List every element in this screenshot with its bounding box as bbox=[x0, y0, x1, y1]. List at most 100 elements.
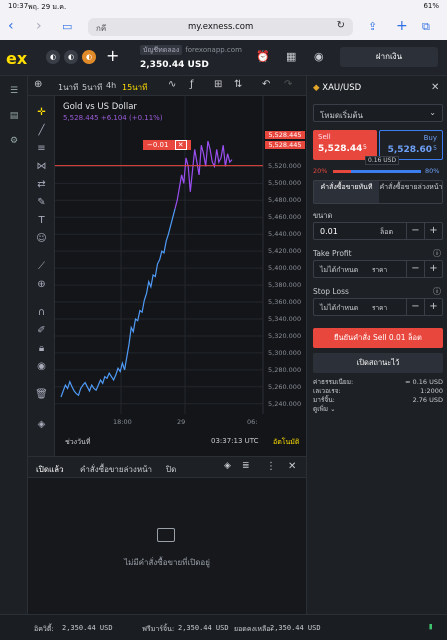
account-selector[interactable]: บัญชีทดลอง forexonapp.com 2,350.44 USD bbox=[140, 45, 242, 70]
chart-type-icon[interactable]: ∿ bbox=[168, 79, 176, 90]
exness-logo[interactable]: ex bbox=[6, 49, 27, 68]
calendar-icon[interactable]: ▤ bbox=[8, 111, 20, 123]
sl-unit[interactable]: ราคา bbox=[372, 303, 387, 313]
keep-open-button[interactable]: เปิดสถานะไว้ bbox=[313, 353, 443, 373]
sell-line-label[interactable]: −0.01 ✕ bbox=[143, 140, 191, 150]
volume-decrease-button[interactable]: − bbox=[406, 223, 424, 239]
add-indicator-icon[interactable]: ⊕ bbox=[34, 79, 42, 90]
tp-info-icon[interactable]: ⓘ bbox=[433, 248, 441, 259]
text-icon[interactable]: T bbox=[35, 214, 48, 227]
free-margin-label: ฟรีมาร์จิ้น: bbox=[142, 625, 175, 633]
fib-icon[interactable]: ≡ bbox=[35, 142, 48, 155]
emoji-icon[interactable]: ☺ bbox=[35, 232, 48, 245]
back-icon[interactable]: ‹ bbox=[8, 18, 14, 34]
sl-increase-button[interactable]: + bbox=[424, 299, 442, 315]
pattern-icon[interactable]: ⋈ bbox=[35, 160, 48, 173]
settings-icon[interactable]: ⚙ bbox=[8, 136, 20, 148]
instrument-chip-1[interactable]: ◐ bbox=[46, 50, 60, 64]
y-tick-label: 5,380.000 bbox=[268, 281, 302, 290]
tabs-icon[interactable]: ⧉ bbox=[422, 20, 430, 34]
symbol-title: ◆ XAU/USD bbox=[313, 83, 361, 93]
leverage-value: 1:2000 bbox=[420, 387, 443, 395]
tp-increase-button[interactable]: + bbox=[424, 261, 442, 277]
margin-label: มาร์จิ้น: bbox=[313, 396, 335, 404]
volume-increase-button[interactable]: + bbox=[424, 223, 442, 239]
instrument-chip-2[interactable]: ◐ bbox=[64, 50, 78, 64]
sl-decrease-button[interactable]: − bbox=[406, 299, 424, 315]
group-view-icon[interactable]: ◈ bbox=[224, 461, 231, 471]
apps-icon[interactable]: ▦ bbox=[286, 50, 296, 63]
close-order-panel-icon[interactable]: ✕ bbox=[431, 82, 439, 93]
new-tab-icon[interactable]: + bbox=[396, 18, 408, 34]
volume-unit: ล็อต bbox=[380, 228, 394, 236]
ruler-icon[interactable]: ⟋ bbox=[35, 260, 48, 273]
y-tick-label: 5,400.000 bbox=[268, 264, 302, 273]
add-instrument-icon[interactable]: + bbox=[106, 46, 119, 65]
redo-icon[interactable]: ↷ bbox=[284, 79, 292, 90]
sentiment-buy: 80% bbox=[425, 167, 440, 175]
share-icon[interactable]: ⇪ bbox=[368, 20, 377, 33]
menu-icon[interactable]: ☰ bbox=[8, 86, 20, 98]
deposit-button[interactable]: ฝากเงิน bbox=[340, 47, 438, 67]
more-icon[interactable]: ⋮ bbox=[266, 461, 276, 472]
tab-market-order[interactable]: คำสั่งซื้อขายทันที bbox=[314, 181, 379, 203]
profile-icon[interactable]: ◉ bbox=[314, 50, 324, 63]
trash-icon[interactable]: 🗑︎ bbox=[35, 388, 48, 401]
account-balance: 2,350.44 USD bbox=[140, 60, 209, 70]
crosshair-icon[interactable]: ✛ bbox=[35, 106, 48, 119]
tp-input[interactable]: ไม่ได้กำหนด ราคา − + bbox=[313, 260, 443, 278]
reload-icon[interactable]: ↻ bbox=[337, 20, 345, 31]
brush-icon[interactable]: ✎ bbox=[35, 196, 48, 209]
indicators-icon[interactable]: ƒ bbox=[190, 79, 194, 90]
ask-price-tag: 5,528.445 bbox=[265, 141, 305, 149]
layers-icon[interactable]: ◈ bbox=[35, 418, 48, 431]
symbol-name: XAU/USD bbox=[322, 83, 362, 93]
close-line-icon[interactable]: ✕ bbox=[174, 140, 187, 150]
alarm-icon[interactable]: ⏰ bbox=[256, 50, 270, 63]
close-panel-icon[interactable]: ✕ bbox=[288, 461, 296, 472]
timeframe-15m[interactable]: 15นาที bbox=[122, 81, 147, 94]
eye-icon[interactable]: ◉ bbox=[35, 360, 48, 373]
price-series-line-1 bbox=[174, 140, 233, 209]
tab-pending-order[interactable]: คำสั่งซื้อขายล่วงหน้า bbox=[379, 181, 443, 203]
tp-unit[interactable]: ราคา bbox=[372, 265, 387, 275]
pencil-lock-icon[interactable]: ✐ bbox=[35, 324, 48, 337]
stack-view-icon[interactable]: ≣ bbox=[242, 461, 250, 471]
instrument-chip-3[interactable]: ◐ bbox=[82, 50, 96, 64]
address-bar[interactable]: กคี my.exness.com ↻ bbox=[88, 18, 353, 36]
y-tick-label: 5,300.000 bbox=[268, 348, 302, 357]
compare-icon[interactable]: ⇅ bbox=[234, 79, 242, 90]
mode-select[interactable]: โหมดเริ่มต้น ⌄ bbox=[313, 104, 443, 122]
sl-input[interactable]: ไม่ได้กำหนด ราคา − + bbox=[313, 298, 443, 316]
sl-info-icon[interactable]: ⓘ bbox=[433, 286, 441, 297]
balance-label: ยอดคงเหลือ: bbox=[234, 625, 273, 633]
zoom-icon[interactable]: ⊕ bbox=[35, 278, 48, 291]
timeframe-1m[interactable]: 1นาที bbox=[58, 81, 78, 94]
sl-value: ไม่ได้กำหนด bbox=[320, 304, 359, 312]
book-icon[interactable]: ▭ bbox=[62, 20, 72, 33]
auto-scale-button[interactable]: อัตโนมัติ bbox=[273, 437, 299, 448]
y-tick-label: 5,260.000 bbox=[268, 382, 302, 391]
buy-price: 5,528.60 bbox=[387, 145, 432, 155]
magnet-icon[interactable]: ∩ bbox=[35, 306, 48, 319]
forward-icon[interactable]: › bbox=[36, 18, 42, 34]
timeframe-4h[interactable]: 4h bbox=[106, 81, 116, 90]
more-info-link[interactable]: ดูเพิ่ม bbox=[313, 405, 328, 413]
y-tick-label: 5,480.000 bbox=[268, 196, 302, 205]
buy-label: Buy bbox=[423, 134, 437, 142]
undo-icon[interactable]: ↶ bbox=[262, 79, 270, 90]
tp-decrease-button[interactable]: − bbox=[406, 261, 424, 277]
timeframe-5m[interactable]: 5นาที bbox=[82, 81, 102, 94]
tab-pending[interactable]: คำสั่งซื้อขายล่วงหน้า bbox=[80, 463, 152, 476]
date-range-button[interactable]: ช่วงวันที่ bbox=[65, 437, 90, 448]
price-chart[interactable]: Gold vs US Dollar 5,528.445 +6.104 (+0.1… bbox=[55, 96, 306, 456]
lock-icon[interactable]: 🔒︎ bbox=[35, 342, 48, 355]
volume-input[interactable]: 0.01 ล็อต − + bbox=[313, 222, 443, 240]
trendline-icon[interactable]: ╱ bbox=[35, 124, 48, 137]
projection-icon[interactable]: ⇄ bbox=[35, 178, 48, 191]
confirm-sell-button[interactable]: ยืนยันคำสั่ง Sell 0.01 ล็อต bbox=[313, 328, 443, 348]
y-tick-label: 5,280.000 bbox=[268, 365, 302, 374]
templates-icon[interactable]: ⊞ bbox=[214, 79, 222, 90]
tab-closed[interactable]: ปิด bbox=[166, 463, 176, 476]
chart-toolbar: ⊕ 1นาที 5นาที 4h 15นาที ∿ ƒ ⊞ ⇅ ↶ ↷ bbox=[28, 76, 306, 96]
